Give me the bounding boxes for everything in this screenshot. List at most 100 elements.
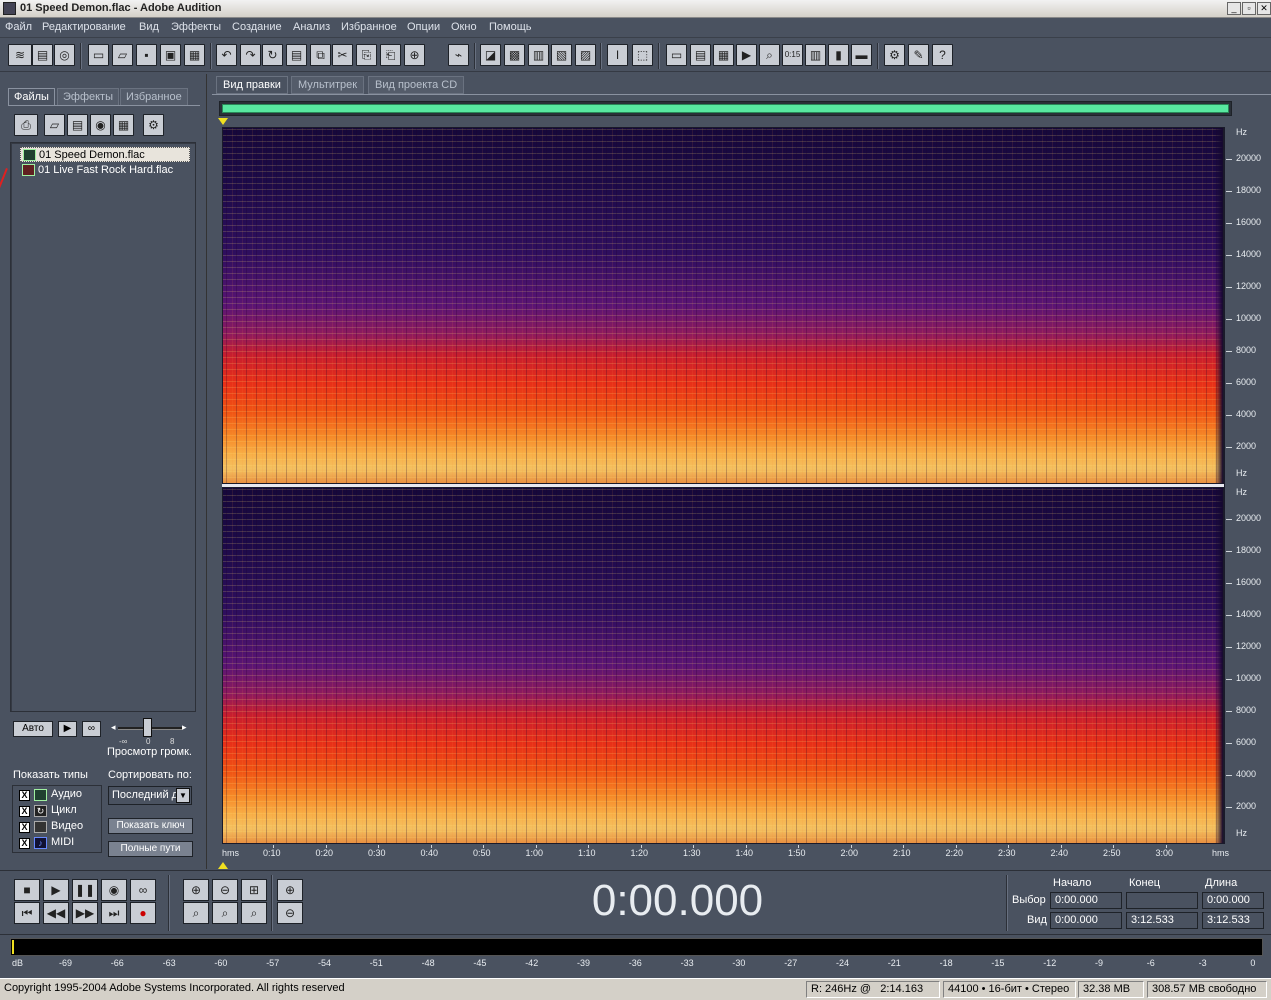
zoom-right-icon[interactable]: ⌕ [241, 902, 267, 924]
go-to-start-button[interactable]: ⏮ [14, 902, 40, 924]
file-item-speed-demon[interactable]: 01 Speed Demon.flac [20, 147, 190, 162]
edit-file-icon[interactable]: ▦ [113, 114, 134, 136]
spectral-freq-icon[interactable]: ▨ [575, 44, 596, 66]
cd-project-icon[interactable]: ◎ [54, 44, 75, 66]
maximize-button[interactable]: ▫ [1242, 2, 1256, 15]
window-time-icon[interactable]: 0:15 [782, 44, 803, 66]
new-file-icon[interactable]: ▭ [88, 44, 109, 66]
rewind-button[interactable]: ◀◀ [43, 902, 69, 924]
type-midi-checkbox[interactable]: X [19, 838, 30, 849]
go-to-end-button[interactable]: ⏭ [101, 902, 127, 924]
trim-icon[interactable]: ⌁ [448, 44, 469, 66]
record-button[interactable]: ● [130, 902, 156, 924]
spectral-phase-icon[interactable]: ▧ [551, 44, 572, 66]
time-selection-icon[interactable]: I [607, 44, 628, 66]
fast-forward-button[interactable]: ▶▶ [72, 902, 98, 924]
loop-play-button[interactable]: ∞ [130, 879, 156, 901]
zoom-in-horizontal-icon[interactable]: ⊕ [183, 879, 209, 901]
auto-play-button[interactable]: Авто [13, 721, 53, 737]
slider-right-arrow[interactable]: ▸ [182, 722, 187, 733]
menu-generate[interactable]: Создание [232, 21, 282, 33]
view-start-field[interactable]: 0:00.000 [1050, 912, 1122, 929]
copy-icon[interactable]: ⧉ [310, 44, 331, 66]
zoom-full-icon[interactable]: ⊞ [241, 879, 267, 901]
play-to-end-button[interactable]: ◉ [101, 879, 127, 901]
tab-edit-view[interactable]: Вид правки [216, 76, 288, 94]
window-selection-icon[interactable]: ▥ [805, 44, 826, 66]
repeat-icon[interactable]: ↻ [262, 44, 283, 66]
selection-end-field[interactable] [1126, 892, 1198, 909]
close-file-icon[interactable]: ▤ [67, 114, 88, 136]
window-level-icon[interactable]: ▮ [828, 44, 849, 66]
spectrogram-left-channel[interactable] [222, 127, 1224, 484]
type-loop-checkbox[interactable]: X [19, 806, 30, 817]
edit-view-icon[interactable]: ≋ [8, 44, 32, 66]
zoom-out-horizontal-icon[interactable]: ⊖ [212, 879, 238, 901]
open-folder-icon[interactable]: ▱ [112, 44, 133, 66]
preview-loop-button[interactable]: ∞ [82, 721, 101, 737]
menu-favorites[interactable]: Избранное [341, 21, 397, 33]
spectral-pan-icon[interactable]: ▥ [528, 44, 549, 66]
type-audio-checkbox[interactable]: X [19, 790, 30, 801]
minimize-button[interactable]: _ [1227, 2, 1241, 15]
volume-slider-thumb[interactable] [143, 718, 152, 737]
menu-help[interactable]: Помощь [489, 21, 532, 33]
save-selection-icon[interactable]: ▦ [184, 44, 205, 66]
end-marker-icon[interactable] [218, 862, 228, 869]
menu-effects[interactable]: Эффекты [171, 21, 221, 33]
window-transport-icon[interactable]: ▶ [736, 44, 757, 66]
menu-analyze[interactable]: Анализ [293, 21, 330, 33]
menu-edit[interactable]: Редактирование [42, 21, 126, 33]
slider-left-arrow[interactable]: ◂ [111, 722, 116, 733]
undo-icon[interactable]: ↶ [216, 44, 237, 66]
zoom-left-icon[interactable]: ⌕ [212, 902, 238, 924]
view-length-field[interactable]: 3:12.533 [1202, 912, 1264, 929]
menu-view[interactable]: Вид [139, 21, 159, 33]
script-icon[interactable]: ✎ [908, 44, 929, 66]
copy-new-icon[interactable]: ▤ [286, 44, 307, 66]
spectrogram-right-channel[interactable] [222, 487, 1224, 844]
selection-start-field[interactable]: 0:00.000 [1050, 892, 1122, 909]
tab-multitrack[interactable]: Мультитрек [291, 76, 365, 94]
redo-icon[interactable]: ↷ [240, 44, 261, 66]
full-paths-button[interactable]: Полные пути [108, 841, 193, 857]
window-zoom-icon[interactable]: ⌕ [759, 44, 780, 66]
waveform-view-icon[interactable]: ◪ [480, 44, 501, 66]
chevron-down-icon[interactable]: ▼ [176, 788, 190, 803]
paste-new-icon[interactable]: ⎗ [380, 44, 401, 66]
cut-icon[interactable]: ✂ [332, 44, 353, 66]
spectral-view-icon[interactable]: ▩ [504, 44, 525, 66]
multitrack-icon[interactable]: ▤ [32, 44, 53, 66]
menu-window[interactable]: Окно [451, 21, 477, 33]
preview-play-button[interactable]: ▶ [58, 721, 77, 737]
play-button[interactable]: ▶ [43, 879, 69, 901]
start-marker-icon[interactable] [218, 118, 228, 125]
file-options-icon[interactable]: ⚙ [143, 114, 164, 136]
type-video-checkbox[interactable]: X [19, 822, 30, 833]
save-all-icon[interactable]: ▣ [160, 44, 181, 66]
marquee-selection-icon[interactable]: ⬚ [632, 44, 653, 66]
settings-icon[interactable]: ⚙ [884, 44, 905, 66]
help-icon[interactable]: ? [932, 44, 953, 66]
close-button[interactable]: ✕ [1257, 2, 1271, 15]
view-end-field[interactable]: 3:12.533 [1126, 912, 1198, 929]
mix-paste-icon[interactable]: ⊕ [404, 44, 425, 66]
zoom-in-vertical-icon[interactable]: ⊕ [277, 879, 303, 901]
tab-effects[interactable]: Эффекты [57, 88, 120, 106]
save-icon[interactable]: ▪ [136, 44, 157, 66]
zoom-selection-icon[interactable]: ⌕ [183, 902, 209, 924]
selection-length-field[interactable]: 0:00.000 [1202, 892, 1264, 909]
tab-cd-project[interactable]: Вид проекта CD [368, 76, 465, 94]
menu-options[interactable]: Опции [407, 21, 440, 33]
overview-bar[interactable] [219, 101, 1232, 116]
menu-file[interactable]: Файл [5, 21, 32, 33]
window-effects-icon[interactable]: ▤ [690, 44, 711, 66]
open-file-icon[interactable]: ⎙ [14, 114, 38, 136]
window-files-icon[interactable]: ▭ [666, 44, 687, 66]
window-status-icon[interactable]: ▬ [851, 44, 872, 66]
file-item-live-fast[interactable]: 01 Live Fast Rock Hard.flac [20, 163, 190, 178]
import-icon[interactable]: ▱ [44, 114, 65, 136]
extract-cd-icon[interactable]: ◉ [90, 114, 111, 136]
tab-favorites[interactable]: Избранное [120, 88, 188, 106]
show-key-button[interactable]: Показать ключ [108, 818, 193, 834]
